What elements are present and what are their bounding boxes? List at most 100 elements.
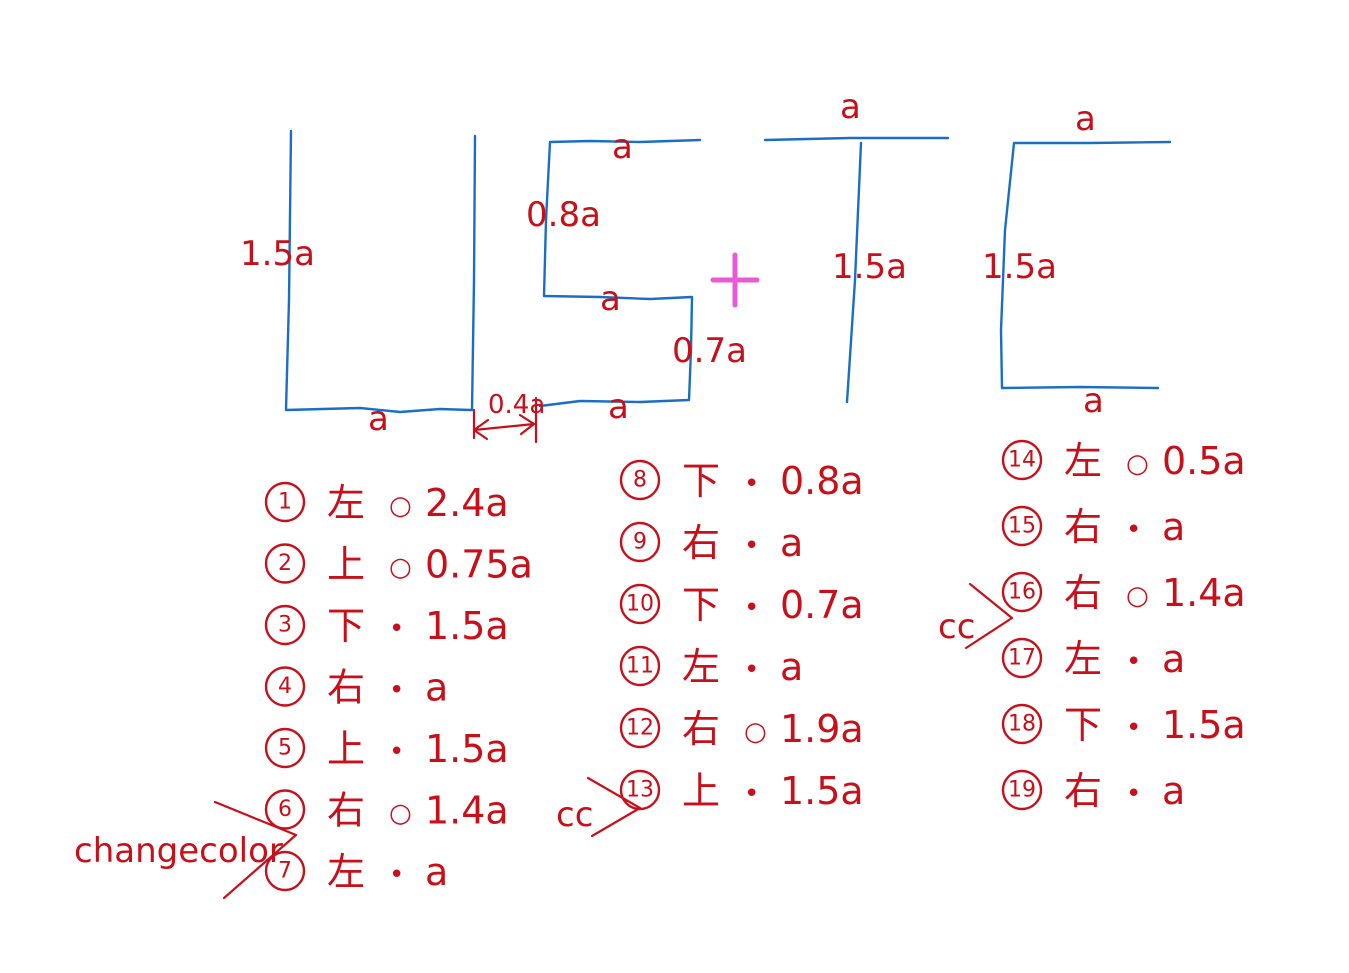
step-item: 14 左 ○ 0.5a (1001, 439, 1246, 483)
step-list: 1 左 ○ 2.4a 2 上 ○ 0.75a 3 下 • 1.5a 4 右 • a 5 上 • 1.5a 6 右 ○ 1.4a… (264, 439, 1246, 894)
step-number: 2 (278, 551, 292, 576)
step-direction: 下 (327, 604, 365, 648)
step-distance: a (780, 645, 803, 689)
diagram-canvas: 1.5a a 0.4a a 0.8a a 0.7a a a 1.5a a 1.5… (74, 87, 1246, 900)
label-S-lower: 0.7a (672, 331, 747, 371)
step-item: 5 上 • 1.5a (264, 727, 509, 771)
step-pen-state: • (744, 593, 759, 623)
label-S-top: a (612, 127, 633, 167)
step-distance: 0.7a (780, 583, 864, 627)
step-direction: 左 (327, 850, 365, 894)
step-number: 16 (1008, 580, 1036, 605)
step-direction: 右 (682, 521, 720, 565)
step-pen-state: • (389, 676, 404, 706)
step-distance: 1.5a (425, 604, 509, 648)
step-number: 15 (1008, 514, 1036, 539)
step-distance: 1.5a (425, 727, 509, 771)
step-item: 12 右 ○ 1.9a (619, 707, 864, 751)
step-number: 1 (278, 490, 292, 515)
note-cc-2: cc (938, 607, 975, 647)
step-distance: a (1162, 637, 1185, 681)
step-pen-state: • (389, 737, 404, 767)
step-distance: 0.8a (780, 459, 864, 503)
step-distance: a (1162, 769, 1185, 813)
step-distance: 1.5a (1162, 703, 1246, 747)
letter-T-bar (763, 136, 950, 142)
step-number: 10 (626, 592, 654, 617)
step-pen-state: • (389, 860, 404, 890)
step-number: 3 (278, 613, 292, 638)
label-T-top: a (840, 87, 861, 127)
step-direction: 右 (327, 789, 365, 833)
cursor-crosshair-icon (710, 252, 760, 308)
step-number: 11 (626, 654, 654, 679)
step-distance: a (1162, 505, 1185, 549)
step-item: 19 右 • a (1001, 769, 1185, 813)
step-direction: 右 (1064, 769, 1102, 813)
side-notes: changecolor cc cc (74, 582, 1014, 900)
step-direction: 右 (327, 666, 365, 710)
step-pen-state: • (1126, 713, 1141, 743)
step-pen-state: • (1126, 515, 1141, 545)
step-direction: 上 (327, 543, 365, 587)
step-item: 13 上 • 1.5a (619, 769, 864, 813)
step-item: 10 下 • 0.7a (619, 583, 864, 627)
step-pen-state: • (744, 531, 759, 561)
step-number: 19 (1008, 778, 1036, 803)
step-pen-state: ○ (389, 799, 412, 829)
step-number: 12 (626, 716, 654, 741)
step-distance: 0.5a (1162, 439, 1246, 483)
step-pen-state: • (744, 779, 759, 809)
step-direction: 左 (327, 481, 365, 525)
step-direction: 下 (1064, 703, 1102, 747)
step-number: 13 (626, 778, 654, 803)
step-number: 18 (1008, 712, 1036, 737)
step-item: 4 右 • a (264, 666, 448, 710)
step-distance: 2.4a (425, 481, 509, 525)
step-direction: 左 (1064, 637, 1102, 681)
step-pen-state: • (744, 655, 759, 685)
label-C-top: a (1075, 99, 1096, 139)
label-L-height: 1.5a (240, 234, 315, 274)
step-distance: 0.75a (425, 543, 533, 587)
step-distance: a (425, 666, 448, 710)
step-item: 15 右 • a (1001, 505, 1185, 549)
label-L-base: a (368, 399, 389, 439)
label-C-bottom: a (1083, 381, 1104, 421)
step-distance: 1.5a (780, 769, 864, 813)
step-item: 16 右 ○ 1.4a (1001, 571, 1246, 615)
step-direction: 右 (1064, 571, 1102, 615)
step-pen-state: ○ (1126, 581, 1149, 611)
step-item: 8 下 • 0.8a (619, 459, 864, 503)
step-pen-state: ○ (389, 553, 412, 583)
label-T-height: 1.5a (832, 247, 907, 287)
step-direction: 左 (682, 645, 720, 689)
step-number: 9 (633, 530, 647, 555)
step-direction: 左 (1064, 439, 1102, 483)
step-direction: 上 (327, 727, 365, 771)
step-item: 6 右 ○ 1.4a (264, 789, 509, 833)
step-number: 5 (278, 736, 292, 761)
step-item: 2 上 ○ 0.75a (264, 543, 533, 587)
step-direction: 下 (682, 583, 720, 627)
step-distance: 1.4a (1162, 571, 1246, 615)
step-pen-state: • (389, 614, 404, 644)
step-pen-state: ○ (744, 717, 767, 747)
step-direction: 右 (1064, 505, 1102, 549)
label-C-height: 1.5a (982, 247, 1057, 287)
label-gap: 0.4a (488, 390, 545, 420)
step-distance: 1.4a (425, 789, 509, 833)
step-item: 11 左 • a (619, 645, 803, 689)
step-direction: 上 (682, 769, 720, 813)
step-item: 3 下 • 1.5a (264, 604, 509, 648)
step-number: 17 (1008, 646, 1036, 671)
step-item: 1 左 ○ 2.4a (264, 481, 509, 525)
label-S-bottom: a (608, 387, 629, 427)
step-pen-state: • (1126, 779, 1141, 809)
step-number: 4 (278, 674, 292, 699)
step-item: 17 左 • a (1001, 637, 1185, 681)
step-pen-state: • (744, 469, 759, 499)
label-S-middle: a (600, 279, 621, 319)
step-item: 9 右 • a (619, 521, 803, 565)
label-S-upper: 0.8a (526, 195, 601, 235)
